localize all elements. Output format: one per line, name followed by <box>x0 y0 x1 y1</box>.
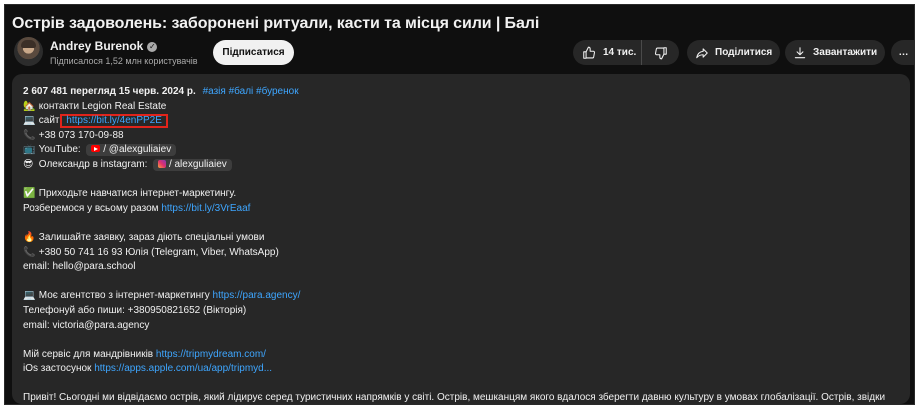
highlight-box: https://bit.ly/4enPP2E <box>60 114 168 129</box>
apply-phone-text: +380 50 741 16 93 Юлія (Telegram, Viber,… <box>38 246 279 258</box>
course-line: ✅ Приходьте навчатися інтернет-маркетинг… <box>23 187 903 202</box>
agency-line: 💻 Моє агентство з інтернет-маркетингу ht… <box>23 289 903 304</box>
verified-icon: ✓ <box>147 42 158 52</box>
phone-line: 📞 +38 073 170-09-88 <box>23 129 903 144</box>
share-button[interactable]: Поділитися <box>687 40 780 65</box>
channel-name-text[interactable]: Andrey Burenok <box>50 39 143 53</box>
check-icon: ✅ <box>23 188 36 200</box>
more-icon: … <box>898 47 909 58</box>
download-button[interactable]: Завантажити <box>785 40 885 65</box>
description-meta: 2 607 481 перегляд 15 черв. 2024 р. #азі… <box>23 85 903 100</box>
dislike-button[interactable] <box>642 40 679 65</box>
ios-label: iOs застосунок <box>23 363 92 375</box>
site-line: 💻 сайт https://bit.ly/4enPP2E <box>23 114 903 129</box>
laptop-icon: 💻 <box>23 290 36 302</box>
ios-line: iOs застосунок https://apps.apple.com/ua… <box>23 362 903 377</box>
avatar-hair <box>21 40 36 48</box>
phone-icon: 📞 <box>23 246 36 258</box>
like-count: 14 тис. <box>603 47 637 58</box>
youtube-logo-icon <box>91 145 101 153</box>
thumbs-up-icon <box>583 46 596 59</box>
intro-paragraph: Привіт! Сьогодні ми відвідаємо острів, я… <box>23 392 886 404</box>
course-sub-line: Розберемося у всьому разом https://bit.l… <box>23 202 903 217</box>
apply-phone-line: 📞 +380 50 741 16 93 Юлія (Telegram, Vibe… <box>23 246 903 261</box>
apply-line: 🔥 Залишайте заявку, зараз діють спеціаль… <box>23 231 903 246</box>
youtube-watch-panel: Острів задоволень: заборонені ритуали, к… <box>4 4 915 405</box>
instagram-label: Олександр в instagram: <box>38 158 148 170</box>
agency-link[interactable]: https://para.agency/ <box>213 290 301 301</box>
share-label: Поділитися <box>715 47 773 58</box>
ios-link[interactable]: https://apps.apple.com/ua/app/tripmyd... <box>94 363 272 374</box>
tv-icon: 📺 <box>23 144 36 156</box>
like-button[interactable]: 14 тис. <box>573 40 642 65</box>
phone-icon: 📞 <box>23 129 36 141</box>
view-count: 2 607 481 перегляд <box>23 86 116 97</box>
instagram-chip[interactable]: / alexguliaiev <box>153 158 232 171</box>
instagram-logo-icon <box>158 159 167 168</box>
instagram-line: 😎 Олександр в instagram: / alexguliaiev <box>23 158 903 173</box>
download-label: Завантажити <box>813 47 878 58</box>
like-dislike-group: 14 тис. <box>573 40 679 65</box>
fire-icon: 🔥 <box>23 231 36 243</box>
phone-text: +38 073 170-09-88 <box>38 129 124 141</box>
subscriber-count: Підписалося 1,52 млн користувачів <box>50 56 198 66</box>
agency-label: Моє агентство з інтернет-маркетингу <box>38 290 210 302</box>
subscribe-button[interactable]: Підписатися <box>213 40 294 65</box>
course-link[interactable]: https://bit.ly/3VrEaaf <box>161 203 250 214</box>
thumbs-down-icon <box>654 46 667 59</box>
travel-line: Мій сервіс для мандрівників https://trip… <box>23 348 903 363</box>
youtube-chip-text: / @alexguliaiev <box>103 144 172 156</box>
more-actions-button[interactable]: … <box>891 40 914 65</box>
laptop-icon: 💻 <box>23 115 36 127</box>
travel-link[interactable]: https://tripmydream.com/ <box>156 349 266 360</box>
contacts-text: контакти Legion Real Estate <box>38 100 167 112</box>
youtube-channel-chip[interactable]: / @alexguliaiev <box>86 144 177 157</box>
download-icon <box>794 46 806 58</box>
apply-text: Залишайте заявку, зараз діють спеціальні… <box>38 231 265 243</box>
video-title: Острів задоволень: заборонені ритуали, к… <box>12 15 540 32</box>
course-text: Приходьте навчатися інтернет-маркетингу. <box>38 188 237 200</box>
channel-name[interactable]: Andrey Burenok ✓ <box>50 39 158 53</box>
description-text: 2 607 481 перегляд 15 черв. 2024 р. #азі… <box>23 85 903 404</box>
site-link[interactable]: https://bit.ly/4enPP2E <box>66 115 162 126</box>
travel-label: Мій сервіс для мандрівників <box>23 348 154 360</box>
hashtags[interactable]: #азія #балі #буренок <box>203 86 299 97</box>
house-icon: 🏡 <box>23 100 36 112</box>
youtube-label: YouTube: <box>38 144 81 156</box>
agency-email-line: email: victoria@para.agency <box>23 319 150 331</box>
youtube-line: 📺 YouTube: / @alexguliaiev <box>23 143 903 158</box>
agency-phone-line: Телефонуй або пиши: +380950821652 (Вікто… <box>23 304 247 316</box>
contacts-line: 🏡 контакти Legion Real Estate <box>23 100 903 115</box>
site-label: сайт <box>38 115 60 127</box>
description-box[interactable]: 2 607 481 перегляд 15 черв. 2024 р. #азі… <box>12 74 910 404</box>
upload-date: 15 черв. 2024 р. <box>118 86 196 97</box>
channel-avatar[interactable] <box>14 37 43 66</box>
apply-email-line: email: hello@para.school <box>23 261 136 273</box>
instagram-chip-text: / alexguliaiev <box>168 158 227 170</box>
sunglasses-icon: 😎 <box>23 158 34 170</box>
course-sub-text: Розберемося у всьому разом <box>23 202 159 214</box>
share-icon <box>696 47 708 58</box>
